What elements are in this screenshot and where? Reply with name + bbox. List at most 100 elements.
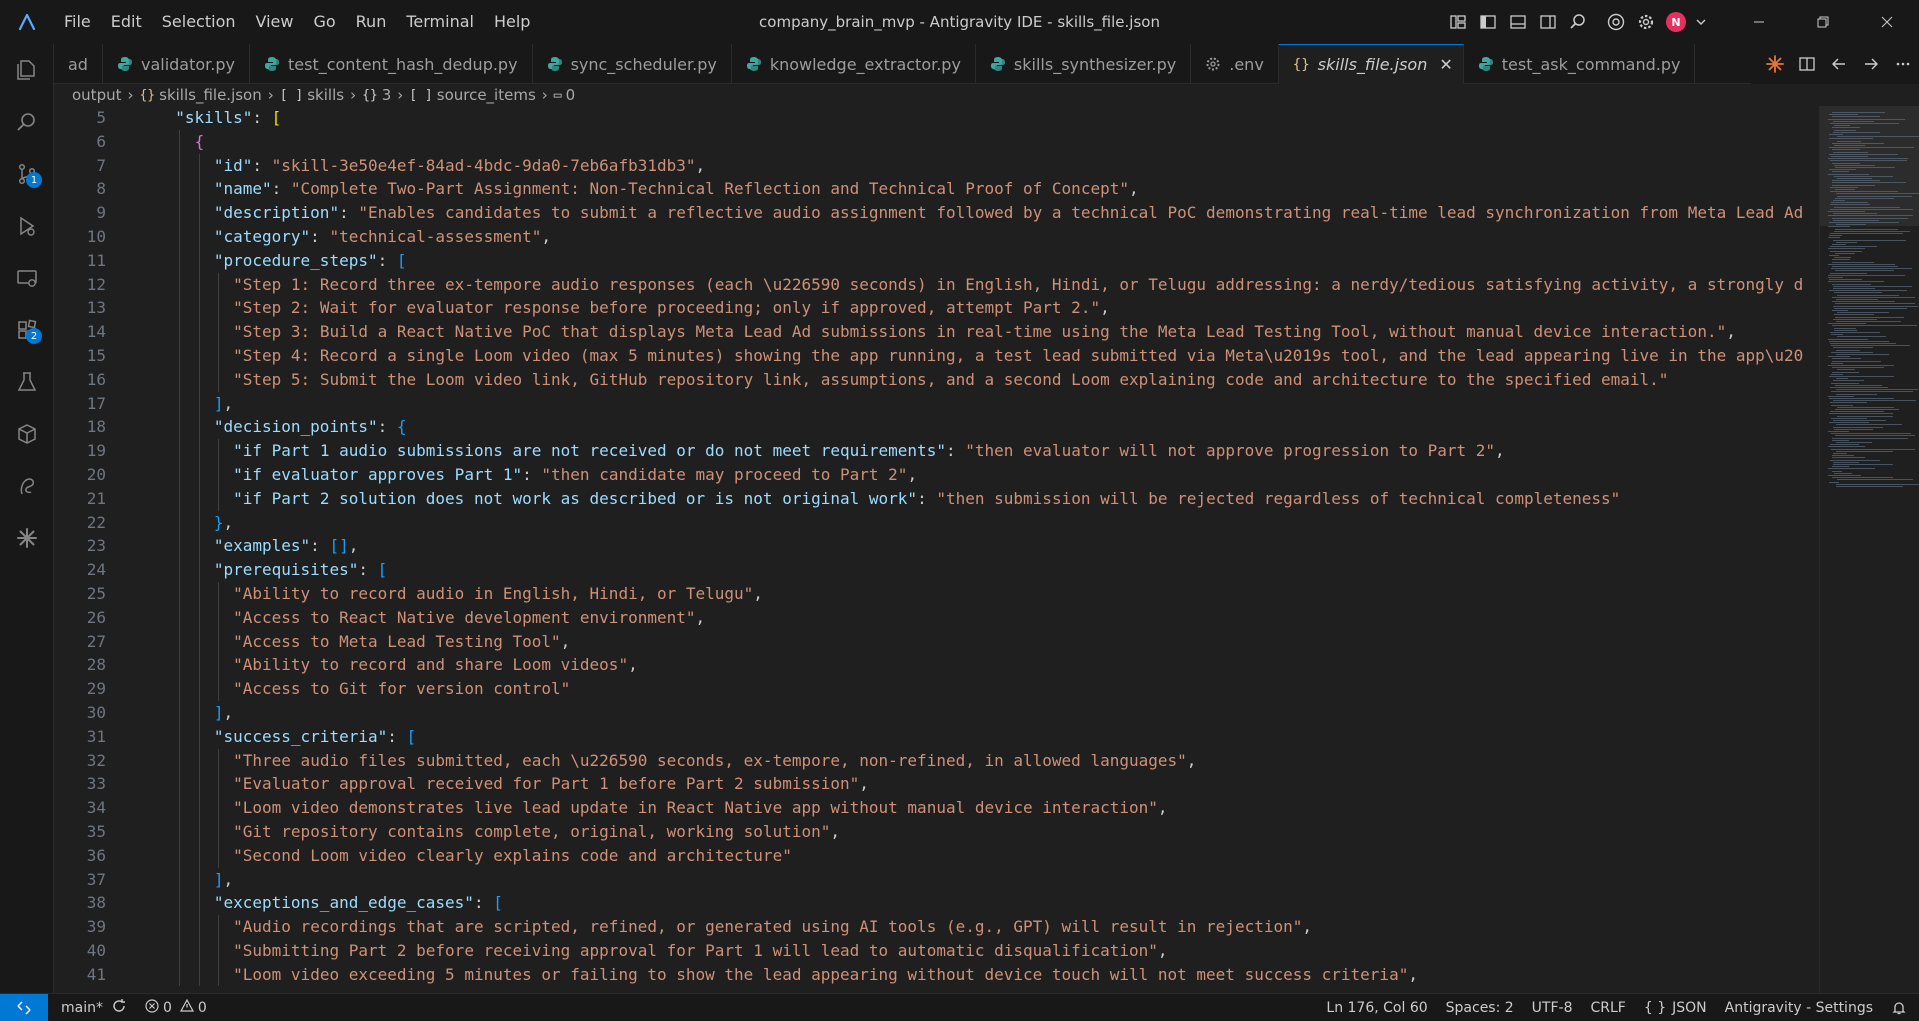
arrow-left-icon[interactable] <box>1823 48 1855 80</box>
code-area[interactable]: "skills": [ { "id": "skill-3e50e4ef-84ad… <box>156 106 1826 993</box>
breadcrumb-index[interactable]: ▭ 0 <box>554 86 575 104</box>
split-editor-icon[interactable] <box>1791 48 1823 80</box>
code-line: "Step 1: Record three ex-tempore audio r… <box>156 272 1826 297</box>
remote-indicator[interactable] <box>0 993 48 1021</box>
code-line: "Second Loom video clearly explains code… <box>156 843 1826 868</box>
tab-sync-scheduler-py[interactable]: sync_scheduler.py <box>533 44 732 84</box>
code-line: "id": "skill-3e50e4ef-84ad-4bdc-9da0-7eb… <box>156 153 1826 178</box>
branch-status[interactable]: main* <box>48 994 136 1021</box>
toggle-panel-icon[interactable] <box>1503 7 1533 37</box>
tab-knowledge-extractor-py[interactable]: knowledge_extractor.py <box>732 44 976 84</box>
breadcrumb-folder[interactable]: output <box>72 86 121 104</box>
antigravity-logo-icon[interactable] <box>0 0 54 44</box>
remote-explorer-icon[interactable] <box>0 252 54 304</box>
tab-label: validator.py <box>140 54 235 74</box>
minimap-line <box>1832 457 1866 459</box>
minimap[interactable] <box>1819 106 1919 993</box>
containers-icon[interactable] <box>0 408 54 460</box>
customize-layout-icon[interactable] <box>1443 7 1473 37</box>
minimap-line <box>1829 398 1895 399</box>
restore-button[interactable] <box>1791 0 1855 44</box>
minimap-line <box>1832 439 1849 441</box>
close-window-button[interactable] <box>1855 0 1919 44</box>
menu-file[interactable]: File <box>54 0 101 44</box>
tab-validator-py[interactable]: validator.py <box>103 44 250 84</box>
problems-status[interactable]: 0 0 <box>136 994 216 1021</box>
minimap-line <box>1832 477 1893 479</box>
minimap-line <box>1833 464 1894 465</box>
antigravity-icon[interactable] <box>0 512 54 564</box>
toggle-secondary-sidebar-icon[interactable] <box>1533 7 1563 37</box>
line-number: 20 <box>86 464 106 484</box>
code-line: "Step 5: Submit the Loom video link, Git… <box>156 367 1826 392</box>
tab-skills-synthesizer-py[interactable]: skills_synthesizer.py <box>976 44 1192 84</box>
avatar: N <box>1666 12 1686 32</box>
tab-skills-file-json[interactable]: {} skills_file.json ✕ <box>1278 44 1464 84</box>
minimap-line <box>1830 444 1859 446</box>
code-line: "name": "Complete Two-Part Assignment: N… <box>156 177 1826 202</box>
gear-icon[interactable] <box>1631 7 1661 37</box>
source-control-icon[interactable]: 1 <box>0 148 54 200</box>
minimap-line <box>1833 305 1919 307</box>
chevron-down-icon[interactable] <box>1691 7 1711 37</box>
settings-status[interactable]: Antigravity - Settings <box>1716 994 1882 1021</box>
language-mode[interactable]: { } JSON <box>1635 994 1716 1021</box>
minimap-line <box>1831 404 1854 406</box>
tab-test-ask-command-py[interactable]: test_ask_command.py <box>1464 44 1696 84</box>
search-icon[interactable] <box>1563 7 1593 37</box>
more-actions-icon[interactable] <box>1887 48 1919 80</box>
notifications-bell-icon[interactable] <box>1882 994 1919 1021</box>
extensions-badge: 2 <box>26 328 42 344</box>
breadcrumb-file[interactable]: {} skills_file.json <box>139 86 261 104</box>
minimap-line <box>1834 314 1874 316</box>
line-number: 10 <box>86 226 106 246</box>
minimize-button[interactable] <box>1727 0 1791 44</box>
chevron-right-icon: › <box>267 86 274 104</box>
minimap-line <box>1833 131 1881 133</box>
run-debug-icon[interactable] <box>0 200 54 252</box>
menu-selection[interactable]: Selection <box>152 0 246 44</box>
menu-view[interactable]: View <box>246 0 304 44</box>
minimap-line <box>1832 112 1885 113</box>
minimap-line <box>1832 470 1843 472</box>
menu-go[interactable]: Go <box>303 0 345 44</box>
explorer-icon[interactable] <box>0 44 54 96</box>
code-line: "Access to Git for version control" <box>156 677 1826 701</box>
agent-sparkle-icon[interactable] <box>1759 48 1791 80</box>
cursor-position[interactable]: Ln 176, Col 60 <box>1317 994 1436 1021</box>
close-icon[interactable]: ✕ <box>1439 55 1452 74</box>
tab-test-content-hash-dedup-py[interactable]: test_content_hash_dedup.py <box>250 44 533 84</box>
toggle-primary-sidebar-icon[interactable] <box>1473 7 1503 37</box>
breadcrumb-skills[interactable]: [ ] skills <box>280 86 344 104</box>
tab-env[interactable]: .env <box>1191 44 1279 84</box>
menu-help[interactable]: Help <box>484 0 540 44</box>
menu-run[interactable]: Run <box>346 0 397 44</box>
breadcrumb-source-items[interactable]: [ ] source_items <box>409 86 536 104</box>
settings-file-icon <box>1205 56 1221 72</box>
ai-agent-icon[interactable] <box>0 460 54 512</box>
source-control-badge: 1 <box>26 172 42 188</box>
code-line: "exceptions_and_edge_cases": [ <box>156 891 1826 916</box>
minimap-line <box>1834 292 1882 294</box>
minimap-line <box>1831 351 1873 353</box>
menu-edit[interactable]: Edit <box>101 0 152 44</box>
chevron-right-icon: › <box>397 86 404 104</box>
extensions-icon[interactable]: 2 <box>0 304 54 356</box>
menu-terminal[interactable]: Terminal <box>396 0 484 44</box>
arrow-right-icon[interactable] <box>1855 48 1887 80</box>
eol-status[interactable]: CRLF <box>1581 994 1634 1021</box>
line-number: 19 <box>86 441 106 461</box>
minimap-line <box>1830 204 1870 206</box>
indentation-status[interactable]: Spaces: 2 <box>1437 994 1523 1021</box>
breadcrumb-object[interactable]: {} 3 <box>362 86 391 104</box>
account-avatar[interactable]: N <box>1661 7 1691 37</box>
minimap-line <box>1834 307 1908 309</box>
code-editor[interactable]: 5 6 7 8 9 10 11 12 13 14 15 16 17 18 19 20 21 22 23 24 25 26 2… <box>54 106 1919 993</box>
search-icon[interactable] <box>0 96 54 148</box>
minimap-line <box>1828 226 1850 228</box>
encoding-status[interactable]: UTF-8 <box>1523 994 1582 1021</box>
tab-ad[interactable]: ad <box>54 44 103 84</box>
minimap-line <box>1828 475 1862 476</box>
testing-icon[interactable] <box>0 356 54 408</box>
chrome-icon[interactable] <box>1601 7 1631 37</box>
